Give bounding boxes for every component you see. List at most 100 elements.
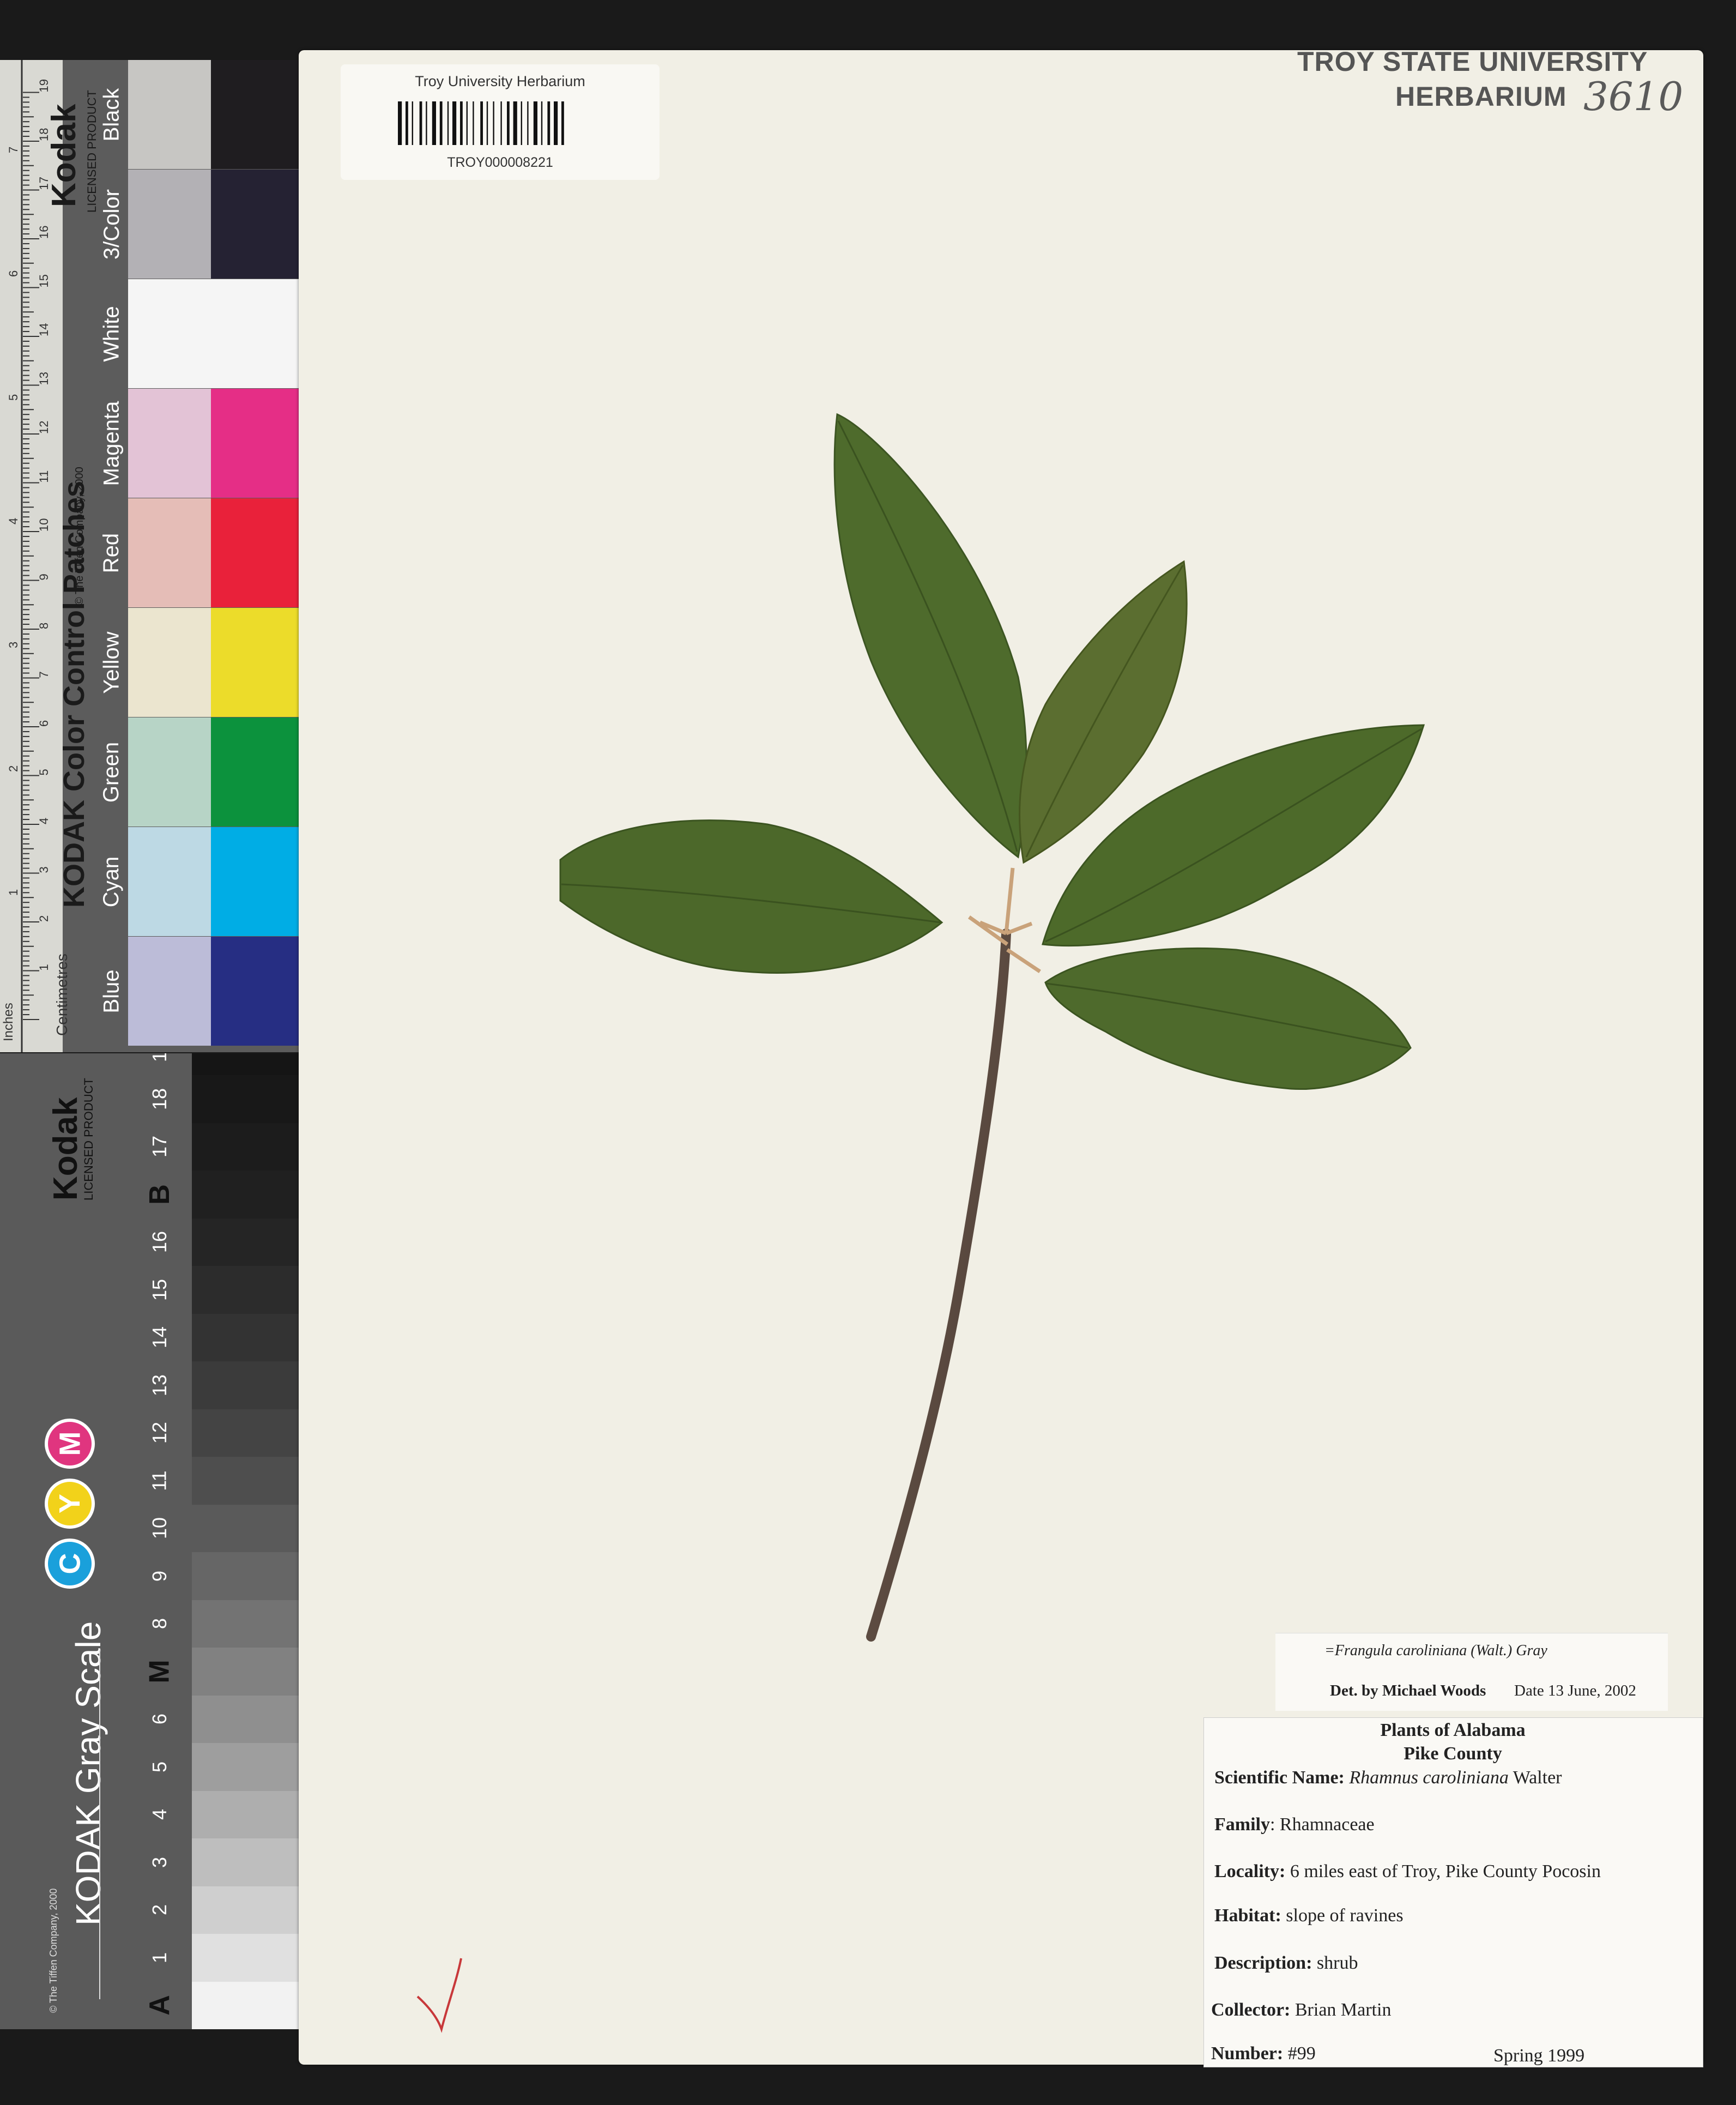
number-row: Number: #99 (1211, 2043, 1316, 2064)
gray-step-label-text: 12 (148, 1422, 171, 1444)
gray-step (192, 1600, 301, 1648)
label-title: Plants of Alabama (1380, 1720, 1526, 1740)
gray-step-label: 2 (141, 1886, 179, 1934)
gray-step (192, 1838, 301, 1886)
patch-label: Cyan (98, 827, 125, 936)
check-mark (416, 1958, 462, 2033)
habitat-value: slope of ravines (1286, 1905, 1404, 1926)
cmy-letter: Y (53, 1493, 86, 1514)
patch-blue-solid (211, 937, 301, 1046)
patch-label: Green (98, 717, 125, 827)
gray-step-label: 5 (141, 1743, 179, 1791)
patch-label-text: Cyan (99, 856, 124, 907)
gray-scale-title: KODAK Gray Scale (69, 1621, 108, 1926)
ruler-ticks: 1234567891011121314151617181912345678 (7, 60, 51, 1052)
determiner: Det. by Michael Woods (1330, 1682, 1486, 1699)
gray-step (192, 1171, 301, 1219)
patch-label: White (98, 279, 125, 388)
gray-step (192, 1053, 301, 1075)
ruler-cm-label: 6 (37, 720, 51, 727)
gray-step-label-text: 6 (148, 1714, 171, 1725)
gray-step (192, 1790, 301, 1838)
description-row: Description: shrub (1214, 1953, 1358, 1974)
ruler-inch-label: 3 (7, 642, 20, 648)
gray-step-label-text: 11 (148, 1470, 171, 1491)
gray-step-label-text: 15 (148, 1278, 171, 1301)
ruler-cm-label: 1 (37, 964, 51, 970)
patch-label-text: Red (99, 533, 124, 573)
gray-step-label-text: 17 (148, 1136, 171, 1158)
patch-3-color-solid (211, 170, 301, 279)
patch-label: Black (98, 60, 125, 169)
gray-step-label: 11 (141, 1457, 179, 1505)
gray-step-label-text: 8 (148, 1618, 171, 1630)
gray-step-label-text: B (144, 1184, 176, 1205)
patch-white-tint (128, 279, 211, 388)
ruler-cm-label: 13 (37, 372, 51, 385)
collector-row: Collector: Brian Martin (1211, 2000, 1391, 2020)
gray-step-label: 12 (141, 1409, 179, 1457)
gray-step-label: 13 (141, 1361, 179, 1409)
determination-date: Date 13 June, 2002 (1514, 1682, 1636, 1699)
gray-step-label-text: 16 (148, 1231, 171, 1253)
ruler-cm-label: 2 (37, 915, 51, 922)
gray-step (192, 1218, 301, 1266)
ruler-unit-centimetres: Centimetres (53, 954, 70, 1036)
gray-step-label-text: 10 (148, 1517, 171, 1540)
ruler-inch-label: 2 (7, 765, 20, 772)
ruler-cm-label: 19 (37, 79, 51, 92)
gray-step-label: 9 (141, 1552, 179, 1600)
scientific-name-author: Walter (1513, 1768, 1562, 1788)
habitat-row: Habitat: slope of ravines (1214, 1905, 1404, 1926)
gray-step-label: 3 (141, 1838, 179, 1886)
scientific-name: Rhamnus caroliniana (1349, 1768, 1509, 1788)
patch-3-color-tint (128, 170, 211, 279)
scientific-name-row: Scientific Name: Rhamnus caroliniana Wal… (1214, 1768, 1562, 1788)
patch-blue-tint (128, 937, 211, 1046)
ruler-cm-label: 7 (37, 671, 51, 678)
description-key: Description: (1214, 1953, 1312, 1973)
patch-yellow-tint (128, 608, 211, 717)
gray-step-label: 17 (141, 1123, 179, 1171)
ruler-cm-label: 11 (37, 471, 51, 483)
gray-step-label-text: A (144, 1995, 176, 2016)
label-county: Pike County (1404, 1744, 1502, 1764)
patch-red-tint (128, 498, 211, 607)
patch-label-text: Blue (99, 969, 124, 1014)
patch-white-solid (211, 279, 301, 388)
gray-step (192, 1409, 301, 1457)
patch-label: Yellow (98, 608, 125, 717)
gray-step (192, 1075, 301, 1123)
cmy-dot-y: Y (45, 1479, 95, 1529)
gray-step-label-text: 13 (148, 1374, 171, 1396)
ruler-cm-label: 10 (37, 518, 51, 532)
patch-label: Magenta (98, 389, 125, 498)
gray-step (192, 1313, 301, 1361)
collection-season: Spring 1999 (1493, 2046, 1585, 2066)
cmy-letter: M (53, 1431, 86, 1456)
cmy-dot-c: C (45, 1539, 95, 1589)
ruler-inch-label: 4 (7, 518, 20, 524)
patch-magenta-solid (211, 389, 301, 498)
patch-black-tint (128, 60, 211, 169)
gray-step-label: 8 (141, 1600, 179, 1648)
gray-step (192, 1361, 301, 1409)
number-key: Number: (1211, 2043, 1284, 2064)
kodak-color-control-card: 1234567891011121314151617181912345678 In… (0, 60, 301, 1052)
ruler-inch-label: 7 (7, 147, 20, 153)
cmy-dot-m: M (45, 1419, 95, 1469)
gray-step-label: 6 (141, 1696, 179, 1744)
ruler-inch-label: 6 (7, 270, 20, 277)
gray-step (192, 1648, 301, 1696)
title-underline (99, 1650, 100, 1999)
patch-cyan-solid (211, 827, 301, 936)
gray-step-label: 19 (141, 1053, 179, 1075)
patch-green-tint (128, 717, 211, 827)
description-value: shrub (1316, 1953, 1358, 1973)
patch-label-text: White (99, 305, 124, 362)
gray-step (192, 1886, 301, 1934)
gray-step-label-text: M (143, 1660, 176, 1684)
patch-label: Blue (98, 937, 125, 1046)
gray-step (192, 1504, 301, 1552)
leaf (833, 413, 1027, 859)
